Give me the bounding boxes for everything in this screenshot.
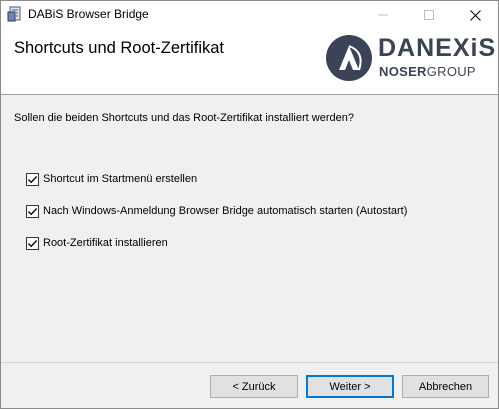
close-button[interactable] bbox=[452, 1, 498, 29]
logo-wordmark: DANEXiS bbox=[378, 34, 497, 62]
maximize-icon bbox=[424, 10, 434, 20]
maximize-button[interactable] bbox=[406, 1, 452, 29]
option-autostart[interactable]: Nach Windows-Anmeldung Browser Bridge au… bbox=[26, 203, 407, 219]
page-title: Shortcuts und Root-Zertifikat bbox=[14, 39, 225, 57]
danexis-logo: DANEXiS NOSERGROUP bbox=[325, 33, 495, 85]
checkmark-icon bbox=[28, 175, 38, 183]
option-root-certificate[interactable]: Root-Zertifikat installieren bbox=[26, 235, 168, 251]
minimize-icon bbox=[378, 14, 388, 16]
root-certificate-label[interactable]: Root-Zertifikat installieren bbox=[43, 237, 168, 249]
autostart-checkbox[interactable] bbox=[26, 204, 39, 218]
back-button[interactable]: < Zurück bbox=[210, 375, 298, 398]
close-icon bbox=[469, 9, 481, 21]
startmenu-shortcut-checkbox[interactable] bbox=[26, 172, 39, 186]
header-banner: Shortcuts und Root-Zertifikat DANEXiS NO… bbox=[1, 29, 498, 95]
root-certificate-checkbox[interactable] bbox=[26, 236, 39, 250]
install-question: Sollen die beiden Shortcuts und das Root… bbox=[14, 112, 354, 124]
logo-subline: NOSERGROUP bbox=[379, 64, 476, 79]
window-title: DABiS Browser Bridge bbox=[28, 7, 149, 21]
danexis-logo-mark-icon bbox=[326, 35, 372, 81]
cancel-button[interactable]: Abbrechen bbox=[402, 375, 489, 398]
installer-window: DABiS Browser Bridge Shortcuts und Root-… bbox=[0, 0, 499, 409]
checkmark-icon bbox=[28, 207, 38, 215]
minimize-button[interactable] bbox=[360, 1, 406, 29]
installer-app-icon bbox=[7, 6, 23, 22]
title-bar[interactable]: DABiS Browser Bridge bbox=[1, 1, 498, 29]
startmenu-shortcut-label[interactable]: Shortcut im Startmenü erstellen bbox=[43, 173, 197, 185]
autostart-label[interactable]: Nach Windows-Anmeldung Browser Bridge au… bbox=[43, 205, 407, 217]
option-startmenu-shortcut[interactable]: Shortcut im Startmenü erstellen bbox=[26, 171, 197, 187]
checkmark-icon bbox=[28, 239, 38, 247]
next-button[interactable]: Weiter > bbox=[306, 375, 394, 398]
footer-divider bbox=[1, 362, 498, 363]
